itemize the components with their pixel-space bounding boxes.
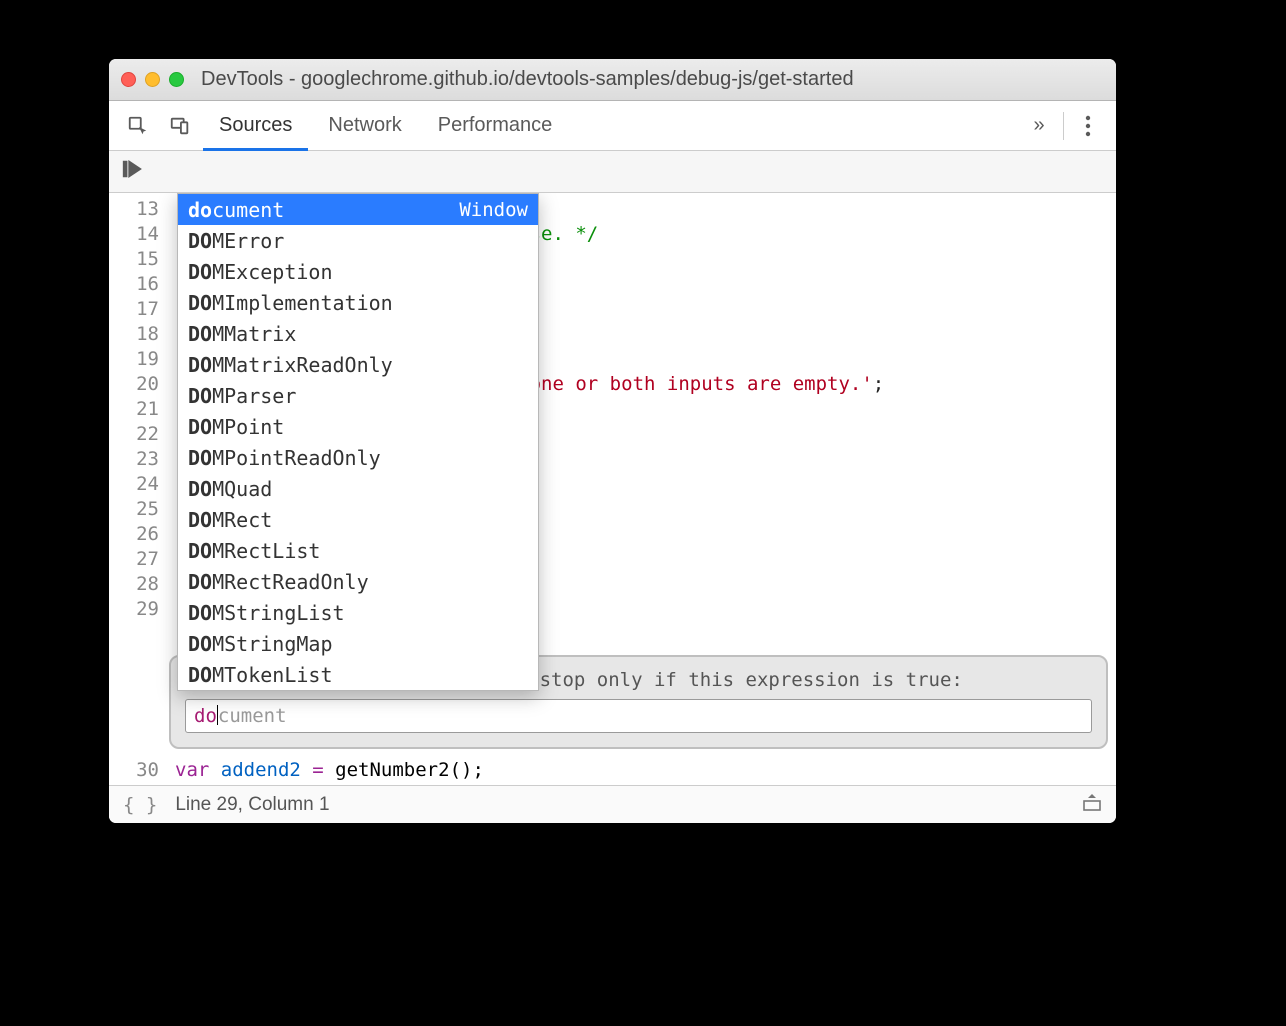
conditional-breakpoint-input[interactable]: document [185,699,1092,733]
separator [1063,112,1064,140]
input-typed-text: do [194,705,217,727]
autocomplete-item[interactable]: DOMMatrixReadOnly [178,349,538,380]
tab-network[interactable]: Network [310,101,419,150]
line-number[interactable]: 24 [109,472,159,497]
device-toolbar-icon[interactable] [159,115,201,137]
autocomplete-item[interactable]: DOMError [178,225,538,256]
tab-network-label: Network [328,114,401,137]
autocomplete-item[interactable]: DOMStringList [178,597,538,628]
inspect-element-icon[interactable] [117,115,159,137]
autocomplete-item[interactable]: DOMRectReadOnly [178,566,538,597]
autocomplete-type-hint: Window [459,199,528,221]
autocomplete-item[interactable]: DOMRect [178,504,538,535]
resume-script-icon[interactable] [121,158,143,185]
tab-sources-label: Sources [219,114,292,137]
line-gutter[interactable]: 13 14 15 16 17 18 19 20 21 22 23 24 25 2… [109,193,169,785]
line-number[interactable]: 18 [109,322,159,347]
tab-sources[interactable]: Sources [201,101,310,150]
line-number[interactable]: 25 [109,497,159,522]
tab-performance[interactable]: Performance [420,101,571,150]
line-number[interactable]: 13 [109,197,159,222]
line-number[interactable]: 20 [109,372,159,397]
line-number[interactable]: 19 [109,347,159,372]
autocomplete-item[interactable]: documentWindow [178,194,538,225]
line-number[interactable]: 28 [109,572,159,597]
more-tabs-icon[interactable]: » [1019,114,1059,137]
customize-menu-icon[interactable] [1068,115,1108,137]
minimize-icon[interactable] [145,72,160,87]
maximize-icon[interactable] [169,72,184,87]
line-number[interactable]: 21 [109,397,159,422]
window-title: DevTools - googlechrome.github.io/devtoo… [201,68,854,91]
titlebar: DevTools - googlechrome.github.io/devtoo… [109,59,1116,101]
tab-performance-label: Performance [438,114,553,137]
statusbar: { } Line 29, Column 1 [109,785,1116,823]
autocomplete-item[interactable]: DOMImplementation [178,287,538,318]
code-line-30: 30 var addend2 = getNumber2(); [109,758,1116,783]
autocomplete-item[interactable]: DOMParser [178,380,538,411]
autocomplete-item[interactable]: DOMQuad [178,473,538,504]
autocomplete-item[interactable]: DOMRectList [178,535,538,566]
autocomplete-item[interactable]: DOMStringMap [178,628,538,659]
code-string: : one or both inputs are empty.' [507,373,873,395]
line-number[interactable]: 16 [109,272,159,297]
sources-toolbar [109,151,1116,193]
line-number[interactable]: 26 [109,522,159,547]
devtools-window: DevTools - googlechrome.github.io/devtoo… [109,59,1116,823]
line-number[interactable]: 30 [109,758,169,783]
line-number[interactable]: 14 [109,222,159,247]
line-number[interactable]: 29 [109,597,159,622]
cursor-position: Line 29, Column 1 [175,794,329,816]
line-number[interactable]: 17 [109,297,159,322]
autocomplete-item[interactable]: DOMMatrix [178,318,538,349]
autocomplete-item[interactable]: DOMTokenList [178,659,538,690]
line-number[interactable]: 27 [109,547,159,572]
autocomplete-item[interactable]: DOMPointReadOnly [178,442,538,473]
close-icon[interactable] [121,72,136,87]
show-drawer-icon[interactable] [1082,792,1102,818]
input-ghost-text: cument [218,705,287,727]
autocomplete-item[interactable]: DOMException [178,256,538,287]
line-number[interactable]: 23 [109,447,159,472]
pretty-print-icon[interactable]: { } [123,794,157,816]
tabbar: Sources Network Performance » [109,101,1116,151]
autocomplete-popup: documentWindowDOMErrorDOMExceptionDOMImp… [177,193,539,691]
code-editor[interactable]: 13 14 15 16 17 18 19 20 21 22 23 24 25 2… [109,193,1116,785]
line-number[interactable]: 15 [109,247,159,272]
line-number[interactable]: 22 [109,422,159,447]
autocomplete-item[interactable]: DOMPoint [178,411,538,442]
